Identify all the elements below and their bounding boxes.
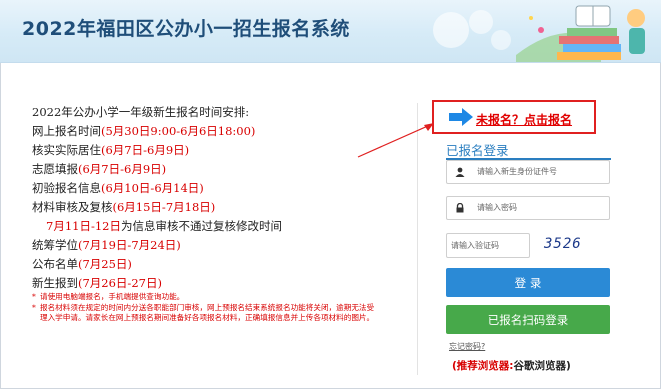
note-text: 报名材料须在规定的时间内分送各职能部门审核，网上预报名结束系统报名功能将关闭，逾… bbox=[40, 302, 375, 323]
captcha-image[interactable]: 3526 bbox=[544, 236, 582, 252]
browser-label: (推荐浏览器: bbox=[452, 360, 514, 372]
schedule-item: 核实实际居住(6月7日-6月9日) bbox=[32, 141, 372, 160]
id-number-field[interactable]: 请输入新生身份证件号 bbox=[446, 160, 610, 184]
schedule-item-label: 新生报到 bbox=[32, 276, 78, 290]
arrow-right-icon bbox=[449, 108, 473, 126]
schedule-item-value: (6月7日-6月9日) bbox=[101, 143, 190, 157]
password-placeholder: 请输入密码 bbox=[477, 203, 517, 212]
note-item: * 报名材料须在规定的时间内分送各职能部门审核，网上预报名结束系统报名功能将关闭，… bbox=[32, 302, 375, 323]
schedule-item-label: 志愿填报 bbox=[32, 162, 78, 176]
schedule-item: 新生报到(7月26日-27日) bbox=[32, 274, 372, 293]
schedule-item: 网上报名时间(5月30日9:00-6月6日18:00) bbox=[32, 122, 372, 141]
scan-login-button[interactable]: 已报名扫码登录 bbox=[446, 305, 610, 334]
browser-value: 谷歌浏览器) bbox=[513, 360, 571, 372]
schedule-item: 志愿填报(6月7日-6月9日) bbox=[32, 160, 372, 179]
schedule-item: 统筹学位(7月19日-7月24日) bbox=[32, 236, 372, 255]
note-text: 请使用电脑端报名，手机端提供查询功能。 bbox=[40, 292, 185, 301]
schedule-item-value: (7月19日-7月24日) bbox=[78, 238, 181, 252]
notes-panel: * 请使用电脑端报名，手机端提供查询功能。 * 报名材料须在规定的时间内分送各职能部… bbox=[32, 292, 377, 324]
captcha-input[interactable]: 请输入验证码 bbox=[446, 233, 530, 258]
schedule-item-label: 公布名单 bbox=[32, 257, 78, 271]
schedule-recheck: 7月11日-12日为信息审核不通过复核修改时间 bbox=[32, 217, 372, 236]
schedule-item-label: 初验报名信息 bbox=[32, 181, 101, 195]
schedule-panel: 2022年公办小学一年级新生报名时间安排: 网上报名时间(5月30日9:00-6… bbox=[32, 103, 372, 293]
books-illustration bbox=[433, 5, 645, 62]
schedule-item-value: (6月7日-6月9日) bbox=[78, 162, 167, 176]
captcha-placeholder: 请输入验证码 bbox=[451, 241, 499, 250]
recheck-dates: 7月11日-12日 bbox=[46, 219, 121, 233]
schedule-item: 初验报名信息(6月10日-6月14日) bbox=[32, 179, 372, 198]
red-arrow-icon bbox=[357, 123, 434, 158]
recheck-text: 为信息审核不通过复核修改时间 bbox=[120, 219, 282, 233]
password-field[interactable]: 请输入密码 bbox=[446, 196, 610, 220]
register-link[interactable]: 未报名？点击报名 bbox=[476, 111, 572, 128]
login-button[interactable]: 登 录 bbox=[446, 268, 610, 297]
page-title: 2022年福田区公办小一招生报名系统 bbox=[22, 18, 350, 40]
schedule-item-value: (7月25日) bbox=[78, 257, 132, 271]
schedule-item-value: (5月30日9:00-6月6日18:00) bbox=[101, 124, 256, 138]
schedule-item-value: (6月10日-6月14日) bbox=[101, 181, 204, 195]
header-banner: 2022年福田区公办小一招生报名系统 bbox=[0, 0, 661, 63]
schedule-item-label: 材料审核及复核 bbox=[32, 200, 113, 214]
forgot-password-link[interactable]: 忘记密码? bbox=[449, 341, 485, 352]
schedule-heading: 2022年公办小学一年级新生报名时间安排: bbox=[32, 105, 250, 119]
id-number-placeholder: 请输入新生身份证件号 bbox=[477, 167, 557, 176]
schedule-item-label: 网上报名时间 bbox=[32, 124, 101, 138]
schedule-item-label: 核实实际居住 bbox=[32, 143, 101, 157]
user-icon bbox=[447, 161, 473, 183]
login-title: 已报名登录 bbox=[446, 143, 509, 158]
schedule-item: 材料审核及复核(6月15日-7月18日) bbox=[32, 198, 372, 217]
browser-recommendation: (推荐浏览器:谷歌浏览器) bbox=[452, 358, 571, 373]
note-item: * 请使用电脑端报名，手机端提供查询功能。 bbox=[32, 292, 185, 301]
schedule-item-value: (6月15日-7月18日) bbox=[112, 200, 216, 214]
schedule-item-value: (7月26日-27日) bbox=[78, 276, 162, 290]
lock-icon bbox=[447, 197, 473, 219]
schedule-item: 公布名单(7月25日) bbox=[32, 255, 372, 274]
schedule-item-label: 统筹学位 bbox=[32, 238, 78, 252]
